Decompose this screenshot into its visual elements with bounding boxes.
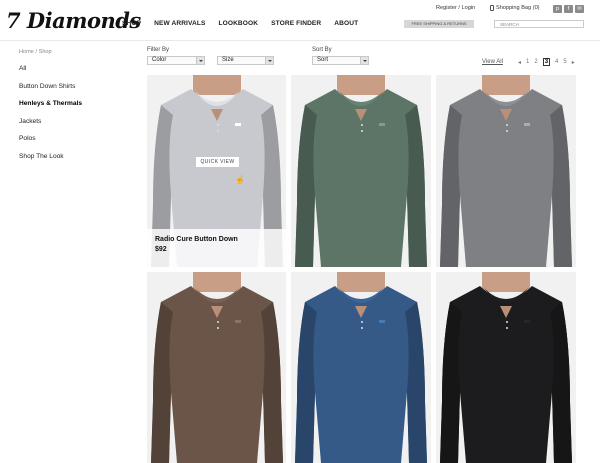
page-link[interactable]: 1 [526, 59, 529, 65]
sort-value: Sort [317, 57, 329, 63]
product-name[interactable]: Radio Cure Button Down [155, 236, 278, 243]
product-card[interactable]: QUICK VIEW ☝ Radio Cure Button Down $92 [147, 75, 286, 267]
nav-new-arrivals[interactable]: NEW ARRIVALS [154, 20, 205, 27]
sort-by-label: Sort By [312, 47, 332, 53]
sidebar-item-jackets[interactable]: Jackets [19, 118, 82, 125]
search-input[interactable]: SEARCH [494, 20, 584, 28]
free-shipping-banner[interactable]: FREE SHIPPING & RETURNS [404, 20, 474, 28]
product-card[interactable] [436, 272, 576, 463]
page-link-current[interactable]: 3 [542, 58, 551, 66]
nav-store-finder[interactable]: STORE FINDER [271, 20, 321, 27]
sidebar-item-button-down-shirts[interactable]: Button Down Shirts [19, 83, 82, 90]
product-image[interactable] [291, 272, 431, 463]
chevron-down-icon [360, 57, 368, 64]
social-links: p f ✉ [553, 5, 584, 13]
facebook-icon[interactable]: f [564, 5, 573, 13]
product-image[interactable] [436, 75, 576, 267]
nav-shop[interactable]: SHOP [122, 20, 141, 27]
register-login-link[interactable]: Register / Login [436, 5, 475, 11]
size-filter-select[interactable]: Size [217, 56, 274, 65]
product-card[interactable] [436, 75, 576, 267]
size-filter-value: Size [222, 57, 234, 63]
chevron-down-icon [265, 57, 273, 64]
pinterest-icon[interactable]: p [553, 5, 562, 13]
color-filter-select[interactable]: Color [147, 56, 205, 65]
chevron-down-icon [196, 57, 204, 64]
product-card[interactable] [291, 272, 431, 463]
email-icon[interactable]: ✉ [575, 5, 584, 13]
brand-logo[interactable]: 7 Diamonds [6, 8, 141, 33]
product-image[interactable] [147, 272, 286, 463]
cursor-icon: ☝ [235, 175, 245, 184]
product-price: $92 [155, 246, 167, 253]
sidebar-item-shop-the-look[interactable]: Shop The Look [19, 153, 82, 160]
next-page-icon[interactable]: ▸ [572, 59, 575, 66]
pagination: ◂ 1 2 3 4 5 ▸ [518, 58, 575, 66]
main-nav: SHOP NEW ARRIVALS LOOKBOOK STORE FINDER … [122, 20, 371, 27]
page-link[interactable]: 2 [534, 59, 537, 65]
nav-lookbook[interactable]: LOOKBOOK [218, 20, 258, 27]
shopping-bag-link[interactable]: Shopping Bag (0) [490, 5, 540, 11]
color-filter-value: Color [152, 57, 167, 63]
sidebar-item-all[interactable]: All [19, 65, 82, 72]
product-card[interactable] [147, 272, 286, 463]
view-all-link[interactable]: View All [482, 59, 503, 65]
product-card[interactable] [291, 75, 431, 267]
category-sidebar: All Button Down Shirts Henleys & Thermal… [19, 65, 82, 170]
sort-select[interactable]: Sort [312, 56, 369, 65]
shopping-bag-label: Shopping Bag (0) [496, 5, 540, 11]
product-image[interactable] [436, 272, 576, 463]
header-divider [0, 40, 600, 41]
product-info: Radio Cure Button Down $92 [147, 229, 286, 267]
sidebar-item-polos[interactable]: Polos [19, 135, 82, 142]
product-image[interactable] [291, 75, 431, 267]
sidebar-item-henleys-thermals[interactable]: Henleys & Thermals [19, 100, 82, 107]
nav-about[interactable]: ABOUT [334, 20, 358, 27]
quick-view-button[interactable]: QUICK VIEW [196, 157, 239, 167]
breadcrumb[interactable]: Home / Shop [19, 49, 52, 55]
page-link[interactable]: 4 [555, 59, 558, 65]
prev-page-icon[interactable]: ◂ [518, 59, 521, 66]
filter-by-label: Filter By [147, 47, 170, 53]
page-link[interactable]: 5 [563, 59, 566, 65]
bag-icon [490, 5, 494, 11]
